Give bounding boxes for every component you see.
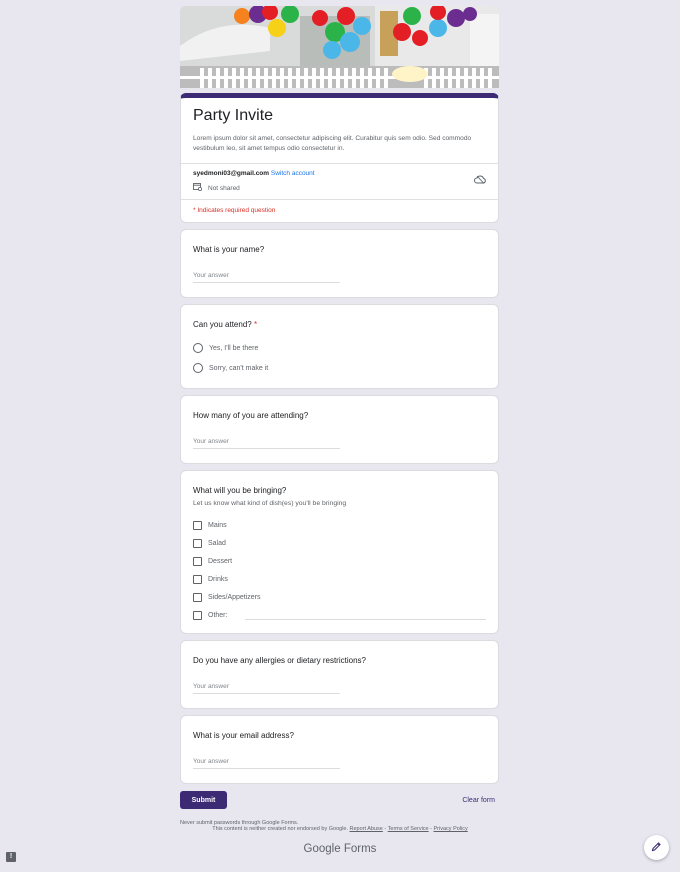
- question-card-name: What is your name? Your answer: [180, 229, 499, 298]
- checkbox[interactable]: [193, 538, 202, 548]
- question-label: What is your email address?: [193, 731, 294, 740]
- required-asterisk: *: [253, 320, 258, 329]
- radio-label: Yes, I'll be there: [209, 344, 259, 352]
- radio-option-yes[interactable]: Yes, I'll be there: [193, 343, 486, 353]
- required-note: * Indicates required question: [181, 199, 498, 222]
- question-label: What will you be bringing?: [193, 486, 287, 495]
- checkbox-option-dessert[interactable]: Dessert: [193, 552, 486, 570]
- count-input[interactable]: Your answer: [193, 438, 340, 449]
- form-container: Party Invite Lorem ipsum dolor sit amet,…: [180, 6, 499, 826]
- disclaimer-text: This content is neither created nor endo…: [212, 826, 348, 832]
- other-text-input[interactable]: [245, 610, 486, 620]
- allergies-input[interactable]: Your answer: [193, 683, 340, 694]
- checkbox-option-mains[interactable]: Mains: [193, 516, 486, 534]
- checkbox-label: Mains: [208, 521, 227, 529]
- not-shared-label: Not shared: [208, 184, 240, 192]
- header-image: [180, 6, 499, 88]
- edit-button[interactable]: [644, 835, 669, 860]
- cloud-off-icon: [474, 171, 486, 189]
- checkbox-label: Other:: [208, 611, 228, 619]
- clear-form-button[interactable]: Clear form: [462, 797, 495, 804]
- checkbox[interactable]: [193, 592, 202, 602]
- privacy-link[interactable]: Privacy Policy: [434, 826, 468, 832]
- checkbox-option-sides[interactable]: Sides/Appetizers: [193, 588, 486, 606]
- form-description: Lorem ipsum dolor sit amet, consectetur …: [193, 135, 472, 152]
- question-label: What is your name?: [193, 245, 265, 254]
- question-label: Can you attend?: [193, 320, 252, 329]
- switch-account-link[interactable]: Switch account: [271, 170, 315, 177]
- checkbox-label: Drinks: [208, 575, 228, 583]
- not-shared-icon: [193, 183, 203, 193]
- account-section: syedmoni03@gmail.com Switch account Not …: [181, 163, 498, 199]
- checkbox-option-salad[interactable]: Salad: [193, 534, 486, 552]
- balloons-image: [180, 6, 499, 88]
- checkbox-option-drinks[interactable]: Drinks: [193, 570, 486, 588]
- checkbox[interactable]: [193, 610, 202, 620]
- submit-button[interactable]: Submit: [180, 791, 227, 809]
- question-card-bringing: What will you be bringing? Let us know w…: [180, 470, 499, 634]
- question-card-attend: Can you attend? * Yes, I'll be there Sor…: [180, 304, 499, 389]
- checkbox-label: Dessert: [208, 557, 233, 565]
- report-abuse-link[interactable]: Report Abuse: [350, 826, 383, 832]
- terms-link[interactable]: Terms of Service: [388, 826, 429, 832]
- pencil-icon: [651, 839, 662, 857]
- disclaimer: This content is neither created nor endo…: [0, 826, 680, 832]
- question-label: Do you have any allergies or dietary res…: [193, 656, 366, 665]
- question-label: How many of you are attending?: [193, 411, 309, 420]
- radio-option-no[interactable]: Sorry, can't make it: [193, 363, 486, 373]
- form-actions: Submit Clear form: [180, 791, 499, 809]
- checkbox-label: Sides/Appetizers: [208, 593, 261, 601]
- question-card-allergies: Do you have any allergies or dietary res…: [180, 640, 499, 709]
- question-card-count: How many of you are attending? Your answ…: [180, 395, 499, 464]
- question-card-email: What is your email address? Your answer: [180, 715, 499, 784]
- radio-button[interactable]: [193, 343, 203, 353]
- radio-button[interactable]: [193, 363, 203, 373]
- checkbox[interactable]: [193, 520, 202, 530]
- form-header-card: Party Invite Lorem ipsum dolor sit amet,…: [180, 93, 499, 223]
- report-icon[interactable]: !: [6, 852, 16, 862]
- email-input[interactable]: Your answer: [193, 758, 340, 769]
- google-forms-logo[interactable]: Google Forms: [0, 843, 680, 855]
- brand-google: Google: [303, 843, 341, 855]
- radio-label: Sorry, can't make it: [209, 364, 269, 372]
- question-help-text: Let us know what kind of dish(es) you'll…: [193, 500, 347, 507]
- form-title: Party Invite: [193, 107, 274, 124]
- account-email: syedmoni03@gmail.com: [193, 170, 270, 177]
- checkbox-option-other[interactable]: Other:: [193, 606, 486, 624]
- checkbox[interactable]: [193, 556, 202, 566]
- brand-forms: Forms: [343, 843, 377, 855]
- checkbox[interactable]: [193, 574, 202, 584]
- checkbox-label: Salad: [208, 539, 226, 547]
- name-input[interactable]: Your answer: [193, 272, 340, 283]
